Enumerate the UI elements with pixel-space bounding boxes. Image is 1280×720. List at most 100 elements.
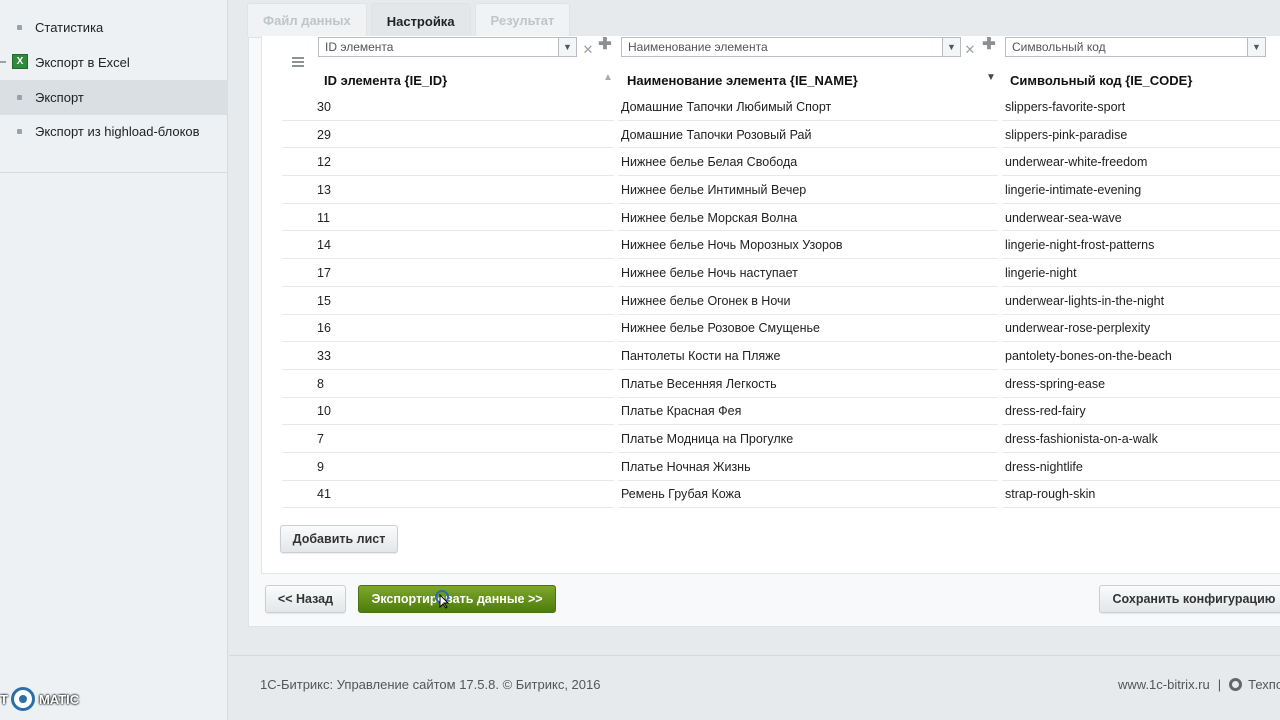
cell-text: strap-rough-skin [1005,487,1096,502]
sidebar-item-export-highload[interactable]: Экспорт из highload-блоков [0,114,228,149]
cell-id: 33 [282,343,614,370]
cell-text: Нижнее белье Ночь наступает [621,265,798,280]
cell-text: 11 [317,210,330,225]
cell-id: 30 [282,94,614,121]
cell-id: 9 [282,453,614,481]
cell-code: slippers-favorite-sport [1002,94,1280,121]
sidebar-item-statistics[interactable]: Статистика [0,10,228,45]
chevron-down-icon: ▼ [558,38,576,56]
cell-name: Нижнее белье Морская Волна [618,204,998,232]
sidebar-item-export-excel[interactable]: X Экспорт в Excel [0,45,228,80]
table-row[interactable]: 13 Нижнее белье Интимный Вечер lingerie-in… [282,177,1280,205]
add-column-icon[interactable]: ✚ [982,37,996,53]
chevron-down-icon: ▼ [942,38,960,56]
watermark-logo: T MATIC [0,686,79,712]
cell-id: 7 [282,426,614,453]
export-data-button[interactable]: Экспортировать данные >> [358,585,556,613]
cell-text: lingerie-intimate-evening [1005,182,1142,197]
logo-text-left: T [0,691,8,707]
table-row[interactable]: 33 Пантолеты Кости на Пляже pantolety-bone… [282,343,1280,371]
cell-text: Пантолеты Кости на Пляже [621,349,781,364]
cell-text: Платье Ночная Жизнь [621,459,751,474]
cell-text: Домашние Тапочки Любимый Спорт [621,99,832,114]
cell-text: Платье Весенняя Легкость [621,376,777,391]
column-header-code[interactable]: Символьный код {IE_CODE} [1010,66,1192,94]
cell-text: dress-red-fairy [1005,404,1086,419]
gear-icon [1229,678,1243,691]
support-link[interactable]: Техподдержка [1248,677,1280,692]
cell-text: Нижнее белье Ночь Морозных Узоров [621,238,843,253]
cell-name: Ремень Грубая Кожа [618,481,998,509]
excel-icon: X [12,54,28,70]
bullet-icon [17,129,22,135]
sidebar-item-label: Экспорт из highload-блоков [35,123,200,139]
table-row[interactable]: 7 Платье Модница на Прогулке dress-fashion… [282,426,1280,454]
cell-name: Нижнее белье Ночь Морозных Узоров [618,232,998,260]
cell-code: pantolety-bones-on-the-beach [1002,343,1280,370]
column-menu-icon[interactable] [292,57,304,67]
site-link[interactable]: www.1c-bitrix.ru [1118,677,1210,692]
cell-text: slippers-favorite-sport [1005,99,1126,114]
filter-select-name[interactable]: Наименование элемента ▼ [621,37,961,57]
table-row[interactable]: 9 Платье Ночная Жизнь dress-nightlife [282,453,1280,482]
cell-code: slippers-pink-paradise [1002,121,1280,149]
cell-id: 15 [282,287,614,315]
sort-asc-icon[interactable]: ▲ [603,72,613,83]
filter-select-code[interactable]: Символьный код ▼ [1005,37,1266,57]
tab-result[interactable]: Результат [474,3,571,37]
cell-name: Платье Весенняя Легкость [618,370,998,398]
add-sheet-button[interactable]: Добавить лист [280,525,398,553]
cell-text: Платье Модница на Прогулке [621,432,794,447]
cell-text: 14 [317,238,331,253]
table-row[interactable]: 12 Нижнее белье Белая Свобода underwear-wh… [282,149,1280,177]
cell-text: Нижнее белье Интимный Вечер [621,182,807,197]
column-header-id[interactable]: ID элемента {IE_ID} [324,66,447,94]
cell-text: pantolety-bones-on-the-beach [1005,349,1172,364]
table-row[interactable]: 11 Нижнее белье Морская Волна underwear-se… [282,204,1280,233]
cell-name: Нижнее белье Интимный Вечер [618,177,998,204]
chevron-down-icon: ▼ [1247,38,1265,56]
footer-copyright: 1С-Битрикс: Управление сайтом 17.5.8. © … [260,677,601,692]
table-row[interactable]: 30 Домашние Тапочки Любимый Спорт slippers… [282,94,1280,122]
sidebar-item-label: Экспорт в Excel [35,54,130,70]
save-config-button[interactable]: Сохранить конфигурацию [1099,585,1280,613]
remove-column-icon[interactable]: ✕ [964,43,976,56]
tab-data-file[interactable]: Файл данных [247,3,367,37]
filter-select-id[interactable]: ID элемента ▼ [318,37,577,57]
column-header-name[interactable]: Наименование элемента {IE_NAME} [627,66,858,94]
table-row[interactable]: 29 Домашние Тапочки Розовый Рай slippers-p… [282,121,1280,150]
cell-text: underwear-rose-perplexity [1005,321,1151,336]
table-row[interactable]: 15 Нижнее белье Огонек в Ночи underwear-li… [282,287,1280,316]
table-row[interactable]: 8 Платье Весенняя Легкость dress-spring-ea… [282,370,1280,399]
bullet-icon [17,95,22,101]
back-button[interactable]: << Назад [265,585,346,613]
add-column-icon[interactable]: ✚ [598,37,612,53]
filter-value: Наименование элемента [628,40,768,54]
sidebar-item-export[interactable]: Экспорт [0,80,228,115]
sort-desc-icon[interactable]: ▼ [986,72,996,83]
table-row[interactable]: 16 Нижнее белье Розовое Смущенье underwear… [282,315,1280,344]
cell-text: Домашние Тапочки Розовый Рай [621,127,812,142]
cell-name: Домашние Тапочки Любимый Спорт [618,94,998,121]
remove-column-icon[interactable]: ✕ [582,43,594,56]
table-row[interactable]: 14 Нижнее белье Ночь Морозных Узоров linge… [282,232,1280,260]
cell-text: Нижнее белье Розовое Смущенье [621,321,820,336]
filter-value: ID элемента [325,40,394,54]
cell-text: Нижнее белье Белая Свобода [621,155,798,170]
sidebar-item-label: Статистика [35,19,104,35]
table-row[interactable]: 17 Нижнее белье Ночь наступает lingerie-ni… [282,260,1280,288]
cell-text: dress-spring-ease [1005,376,1106,391]
cell-text: 12 [317,155,331,170]
cell-code: strap-rough-skin [1002,481,1280,509]
cell-code: underwear-rose-perplexity [1002,315,1280,343]
cell-text: Нижнее белье Огонек в Ночи [621,293,791,308]
cell-text: 41 [317,487,331,502]
data-table: 30 Домашние Тапочки Любимый Спорт slippers… [282,94,1280,509]
table-row[interactable]: 41 Ремень Грубая Кожа strap-rough-skin [282,481,1280,510]
mouse-cursor-icon [435,590,449,609]
cell-code: underwear-sea-wave [1002,204,1280,232]
cell-name: Нижнее белье Белая Свобода [618,149,998,177]
cell-code: dress-fashionista-on-a-walk [1002,426,1280,453]
table-row[interactable]: 10 Платье Красная Фея dress-red-fairy [282,398,1280,427]
tab-settings[interactable]: Настройка [370,3,471,39]
